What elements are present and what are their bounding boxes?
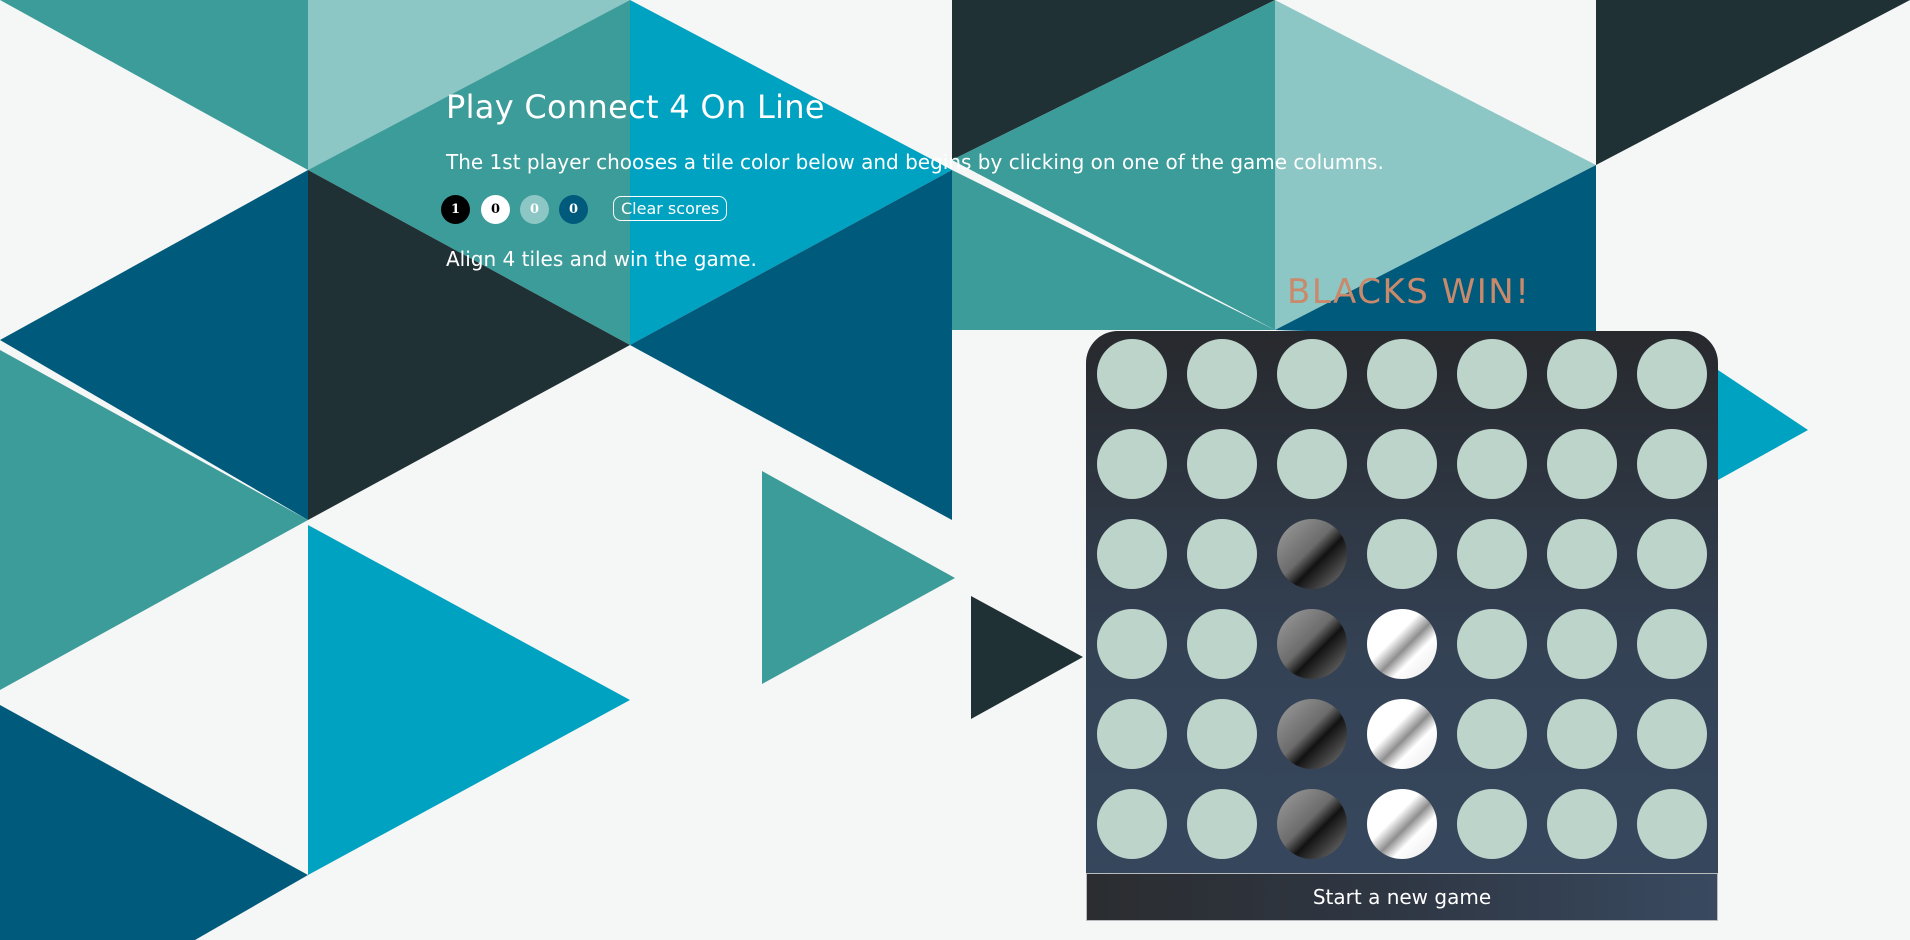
white-tile[interactable] [1367, 789, 1437, 859]
empty-slot[interactable] [1367, 429, 1437, 499]
empty-slot[interactable] [1547, 519, 1617, 589]
white-tile[interactable] [1367, 699, 1437, 769]
clear-scores-button[interactable]: Clear scores [613, 196, 728, 221]
empty-slot[interactable] [1187, 609, 1257, 679]
goal-text: Align 4 tiles and win the game. [446, 247, 757, 271]
intro-text: The 1st player chooses a tile color belo… [446, 150, 1384, 174]
empty-slot[interactable] [1457, 339, 1527, 409]
empty-slot[interactable] [1637, 429, 1707, 499]
empty-slot[interactable] [1637, 789, 1707, 859]
empty-slot[interactable] [1457, 699, 1527, 769]
empty-slot[interactable] [1277, 429, 1347, 499]
black-tile[interactable] [1277, 789, 1347, 859]
score-navy-button[interactable]: 0 [559, 195, 588, 224]
empty-slot[interactable] [1637, 519, 1707, 589]
empty-slot[interactable] [1097, 519, 1167, 589]
bg-triangle [0, 0, 308, 170]
winner-message: BLACKS WIN! [1287, 272, 1531, 312]
empty-slot[interactable] [1097, 699, 1167, 769]
empty-slot[interactable] [1547, 429, 1617, 499]
empty-slot[interactable] [1187, 699, 1257, 769]
empty-slot[interactable] [1097, 609, 1167, 679]
bg-triangle [971, 596, 1083, 719]
empty-slot[interactable] [1547, 609, 1617, 679]
empty-slot[interactable] [1097, 429, 1167, 499]
empty-slot[interactable] [1547, 789, 1617, 859]
empty-slot[interactable] [1187, 519, 1257, 589]
white-tile[interactable] [1367, 609, 1437, 679]
empty-slot[interactable] [1637, 609, 1707, 679]
empty-slot[interactable] [1457, 519, 1527, 589]
game-board[interactable] [1086, 331, 1718, 873]
empty-slot[interactable] [1097, 339, 1167, 409]
score-white-button[interactable]: 0 [481, 195, 510, 224]
black-tile[interactable] [1277, 699, 1347, 769]
bg-triangle [1718, 370, 1808, 480]
page-title: Play Connect 4 On Line [446, 88, 825, 126]
score-black-button[interactable]: 1 [441, 195, 470, 224]
empty-slot[interactable] [1637, 699, 1707, 769]
empty-slot[interactable] [1097, 789, 1167, 859]
empty-slot[interactable] [1457, 429, 1527, 499]
empty-slot[interactable] [1457, 789, 1527, 859]
empty-slot[interactable] [1547, 699, 1617, 769]
bg-triangle [1596, 0, 1910, 165]
score-light-teal-button[interactable]: 0 [520, 195, 549, 224]
new-game-button[interactable]: Start a new game [1086, 873, 1718, 921]
black-tile[interactable] [1277, 609, 1347, 679]
empty-slot[interactable] [1547, 339, 1617, 409]
bg-triangle [308, 525, 630, 875]
empty-slot[interactable] [1367, 339, 1437, 409]
empty-slot[interactable] [1187, 339, 1257, 409]
empty-slot[interactable] [1187, 429, 1257, 499]
empty-slot[interactable] [1367, 519, 1437, 589]
bg-triangle [0, 705, 308, 940]
empty-slot[interactable] [1187, 789, 1257, 859]
empty-slot[interactable] [1457, 609, 1527, 679]
empty-slot[interactable] [1277, 339, 1347, 409]
empty-slot[interactable] [1637, 339, 1707, 409]
black-tile[interactable] [1277, 519, 1347, 589]
